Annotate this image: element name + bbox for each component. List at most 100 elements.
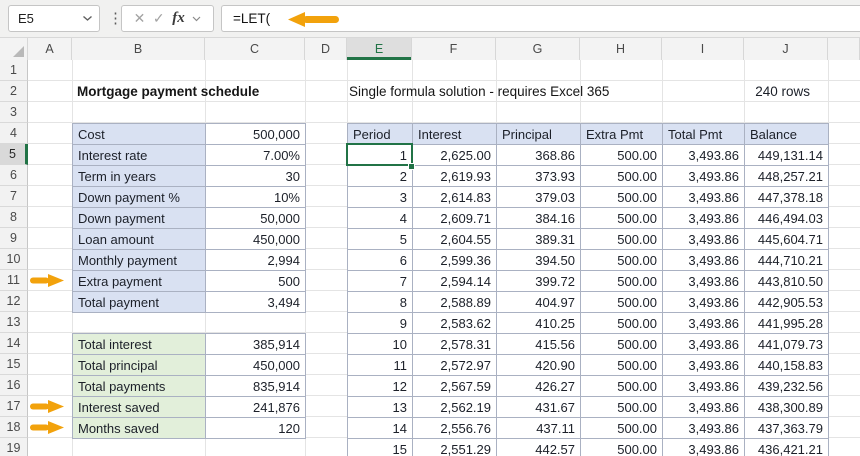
input-cell-label[interactable]: Cost	[72, 123, 206, 145]
chevron-down-icon[interactable]	[192, 16, 201, 22]
schedule-cell[interactable]: 2,551.29	[412, 438, 497, 456]
schedule-cell[interactable]: 389.31	[496, 228, 581, 250]
schedule-cell[interactable]: 443,810.50	[744, 270, 829, 292]
insert-function-icon[interactable]: fx	[172, 10, 185, 27]
schedule-cell[interactable]: 439,232.56	[744, 375, 829, 397]
row-header-14[interactable]: 14	[0, 333, 28, 354]
column-header-J[interactable]: J	[744, 38, 828, 60]
schedule-cell[interactable]: 399.72	[496, 270, 581, 292]
schedule-cell[interactable]: 3,493.86	[662, 186, 745, 208]
schedule-cell[interactable]: 500.00	[580, 228, 663, 250]
row-header-16[interactable]: 16	[0, 375, 28, 396]
column-header-C[interactable]: C	[205, 38, 305, 60]
schedule-cell[interactable]: 13	[347, 396, 413, 418]
schedule-cell[interactable]: 10	[347, 333, 413, 355]
input-cell-label[interactable]: Loan amount	[72, 228, 206, 250]
schedule-cell[interactable]: 3,493.86	[662, 375, 745, 397]
schedule-cell[interactable]: 3,493.86	[662, 270, 745, 292]
rows-count-note[interactable]: 240 rows	[700, 81, 810, 102]
row-header-12[interactable]: 12	[0, 291, 28, 312]
schedule-cell[interactable]: 441,995.28	[744, 312, 829, 334]
schedule-header[interactable]: Interest	[412, 123, 497, 145]
input-cell-value[interactable]: 30	[205, 165, 306, 187]
schedule-cell[interactable]: 445,604.71	[744, 228, 829, 250]
schedule-cell[interactable]: 500.00	[580, 417, 663, 439]
column-header-E[interactable]: E	[347, 38, 412, 60]
schedule-cell[interactable]: 500.00	[580, 375, 663, 397]
schedule-cell[interactable]: 500.00	[580, 249, 663, 271]
column-header-F[interactable]: F	[412, 38, 496, 60]
schedule-cell[interactable]: 437,363.79	[744, 417, 829, 439]
schedule-cell[interactable]: 500.00	[580, 291, 663, 313]
row-header-13[interactable]: 13	[0, 312, 28, 333]
sheet-subtitle[interactable]: Single formula solution - requires Excel…	[349, 81, 609, 102]
input-cell-label[interactable]: Monthly payment	[72, 249, 206, 271]
schedule-cell[interactable]: 2	[347, 165, 413, 187]
input-cell-label[interactable]: Total payment	[72, 291, 206, 313]
row-header-17[interactable]: 17	[0, 396, 28, 417]
input-cell-value[interactable]: 50,000	[205, 207, 306, 229]
schedule-cell[interactable]: 441,079.73	[744, 333, 829, 355]
schedule-cell[interactable]: 14	[347, 417, 413, 439]
schedule-cell[interactable]: 3,493.86	[662, 438, 745, 456]
schedule-cell[interactable]: 2,614.83	[412, 186, 497, 208]
input-cell-value[interactable]: 450,000	[205, 228, 306, 250]
schedule-cell[interactable]: 2,609.71	[412, 207, 497, 229]
schedule-cell[interactable]: 2,562.19	[412, 396, 497, 418]
column-header-D[interactable]: D	[305, 38, 347, 60]
schedule-cell[interactable]: 2,556.76	[412, 417, 497, 439]
row-header-18[interactable]: 18	[0, 417, 28, 438]
summary-cell-value[interactable]: 120	[205, 417, 306, 439]
schedule-cell[interactable]: 4	[347, 207, 413, 229]
summary-cell-value[interactable]: 835,914	[205, 375, 306, 397]
schedule-cell[interactable]: 3,493.86	[662, 333, 745, 355]
schedule-cell[interactable]: 442.57	[496, 438, 581, 456]
schedule-cell[interactable]: 3,493.86	[662, 354, 745, 376]
summary-cell-label[interactable]: Months saved	[72, 417, 206, 439]
row-header-3[interactable]: 3	[0, 102, 28, 123]
schedule-cell[interactable]: 2,604.55	[412, 228, 497, 250]
schedule-cell[interactable]: 3,493.86	[662, 144, 745, 166]
row-header-15[interactable]: 15	[0, 354, 28, 375]
column-header-B[interactable]: B	[72, 38, 205, 60]
schedule-cell[interactable]: 394.50	[496, 249, 581, 271]
schedule-cell[interactable]: 384.16	[496, 207, 581, 229]
name-box[interactable]: E5	[8, 5, 100, 32]
row-header-10[interactable]: 10	[0, 249, 28, 270]
schedule-cell[interactable]: 8	[347, 291, 413, 313]
schedule-cell[interactable]: 2,578.31	[412, 333, 497, 355]
input-cell-label[interactable]: Down payment %	[72, 186, 206, 208]
schedule-cell[interactable]: 5	[347, 228, 413, 250]
row-header-6[interactable]: 6	[0, 165, 28, 186]
summary-cell-value[interactable]: 385,914	[205, 333, 306, 355]
schedule-header[interactable]: Balance	[744, 123, 829, 145]
column-header-I[interactable]: I	[662, 38, 744, 60]
row-header-9[interactable]: 9	[0, 228, 28, 249]
input-cell-value[interactable]: 2,994	[205, 249, 306, 271]
schedule-cell[interactable]: 420.90	[496, 354, 581, 376]
row-header-11[interactable]: 11	[0, 270, 28, 291]
schedule-cell[interactable]: 12	[347, 375, 413, 397]
schedule-cell[interactable]: 2,625.00	[412, 144, 497, 166]
input-cell-value[interactable]: 500,000	[205, 123, 306, 145]
schedule-cell[interactable]: 449,131.14	[744, 144, 829, 166]
column-header-A[interactable]: A	[28, 38, 72, 60]
schedule-cell[interactable]: 3,493.86	[662, 291, 745, 313]
schedule-cell[interactable]: 2,567.59	[412, 375, 497, 397]
schedule-cell[interactable]: 415.56	[496, 333, 581, 355]
schedule-cell[interactable]: 448,257.21	[744, 165, 829, 187]
schedule-cell[interactable]: 442,905.53	[744, 291, 829, 313]
schedule-cell[interactable]: 440,158.83	[744, 354, 829, 376]
summary-cell-label[interactable]: Total payments	[72, 375, 206, 397]
input-cell-label[interactable]: Extra payment	[72, 270, 206, 292]
summary-cell-label[interactable]: Interest saved	[72, 396, 206, 418]
row-header-2[interactable]: 2	[0, 81, 28, 102]
summary-cell-label[interactable]: Total interest	[72, 333, 206, 355]
schedule-cell[interactable]: 426.27	[496, 375, 581, 397]
schedule-cell[interactable]: 500.00	[580, 333, 663, 355]
input-cell-label[interactable]: Down payment	[72, 207, 206, 229]
schedule-cell[interactable]: 2,594.14	[412, 270, 497, 292]
schedule-header[interactable]: Total Pmt	[662, 123, 745, 145]
input-cell-value[interactable]: 7.00%	[205, 144, 306, 166]
row-header-4[interactable]: 4	[0, 123, 28, 144]
